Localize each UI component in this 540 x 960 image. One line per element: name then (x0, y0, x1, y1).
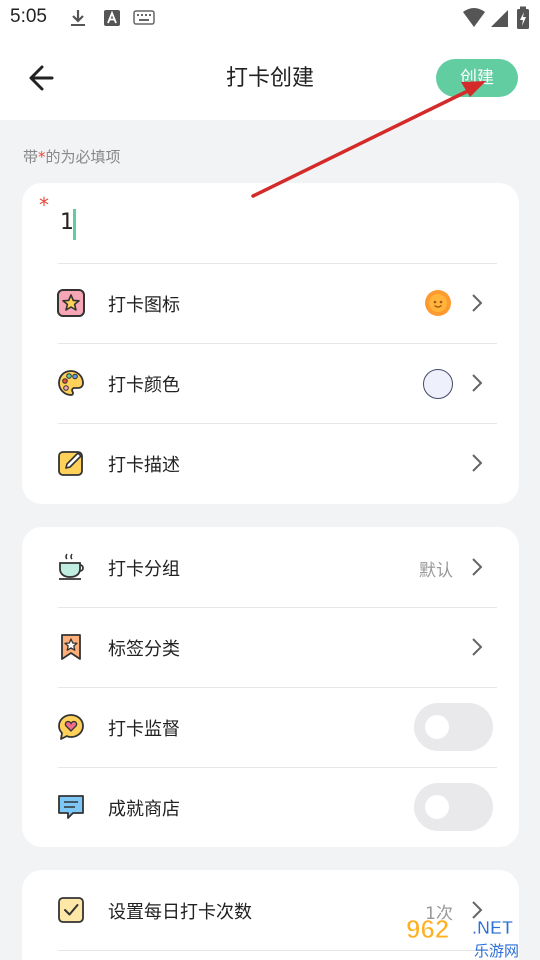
row-checkin-supervision: 打卡监督 (22, 687, 519, 767)
battery-charging-icon (517, 6, 529, 29)
achievement-store-toggle[interactable] (414, 783, 493, 831)
required-hint: 带*的为必填项 (23, 146, 121, 167)
sun-emoji-icon (425, 290, 451, 316)
watermark-logo: 962 .NET 乐游网 (406, 914, 520, 960)
name-input[interactable]: * 1 (22, 183, 519, 263)
row-achievement-store: 成就商店 (22, 767, 519, 847)
supervision-toggle[interactable] (414, 703, 493, 751)
selected-color-swatch (423, 369, 453, 399)
settings-card: 打卡分组 默认 标签分类 打卡监督 成就商店 (22, 527, 519, 847)
toggle-knob (425, 795, 449, 819)
wifi-icon (463, 8, 485, 27)
heart-chat-icon (58, 714, 84, 740)
star-square-icon (57, 289, 85, 317)
download-icon (71, 10, 85, 26)
divider (58, 423, 497, 424)
hint-prefix: 带 (23, 148, 39, 166)
create-button[interactable]: 创建 (436, 59, 518, 97)
status-bar: 5:05 (0, 0, 540, 36)
watermark-logo-text: 962 (406, 914, 449, 944)
row-label: 成就商店 (108, 799, 180, 820)
chevron-right-icon (472, 638, 483, 656)
divider (58, 607, 497, 608)
required-star: * (39, 193, 49, 217)
row-label: 设置每日打卡次数 (108, 902, 252, 923)
tea-cup-icon (59, 553, 84, 580)
row-label: 打卡颜色 (108, 375, 180, 396)
divider (58, 687, 497, 688)
text-caret (73, 209, 76, 240)
pencil-note-icon (58, 451, 83, 476)
status-time: 5:05 (10, 6, 47, 27)
row-checkin-description[interactable]: 打卡描述 (22, 423, 519, 503)
row-label: 标签分类 (108, 639, 180, 660)
divider (58, 343, 497, 344)
checkbox-icon (58, 897, 84, 923)
row-checkin-group[interactable]: 打卡分组 默认 (22, 527, 519, 607)
app-bar: 打卡创建 创建 (0, 36, 540, 120)
chevron-right-icon (472, 454, 483, 472)
row-label: 打卡描述 (108, 455, 180, 476)
row-label: 打卡分组 (108, 559, 180, 580)
row-label: 打卡图标 (108, 295, 180, 316)
row-checkin-icon[interactable]: 打卡图标 (22, 263, 519, 343)
ribbon-badge-icon (61, 634, 81, 660)
row-label: 打卡监督 (108, 719, 180, 740)
keyboard-a-icon (104, 10, 120, 26)
divider (58, 263, 497, 264)
chevron-right-icon (472, 294, 483, 312)
palette-icon (58, 370, 84, 396)
row-value: 默认 (419, 561, 453, 581)
chat-bubble-icon (58, 795, 84, 819)
hint-suffix: 的为必填项 (45, 148, 121, 166)
basic-info-card: * 1 打卡图标 打卡颜色 打卡描述 (22, 183, 519, 504)
chevron-right-icon (472, 558, 483, 576)
name-input-value[interactable]: 1 (60, 210, 74, 235)
chevron-right-icon (472, 374, 483, 392)
keyboard-icon (133, 10, 155, 25)
hint-star: * (38, 148, 46, 166)
signal-icon (491, 10, 508, 27)
row-checkin-color[interactable]: 打卡颜色 (22, 343, 519, 423)
watermark-site-text: 乐游网 (474, 942, 519, 960)
row-tag-category[interactable]: 标签分类 (22, 607, 519, 687)
toggle-knob (425, 715, 449, 739)
divider (58, 767, 497, 768)
watermark-domain-text: .NET (472, 918, 513, 938)
